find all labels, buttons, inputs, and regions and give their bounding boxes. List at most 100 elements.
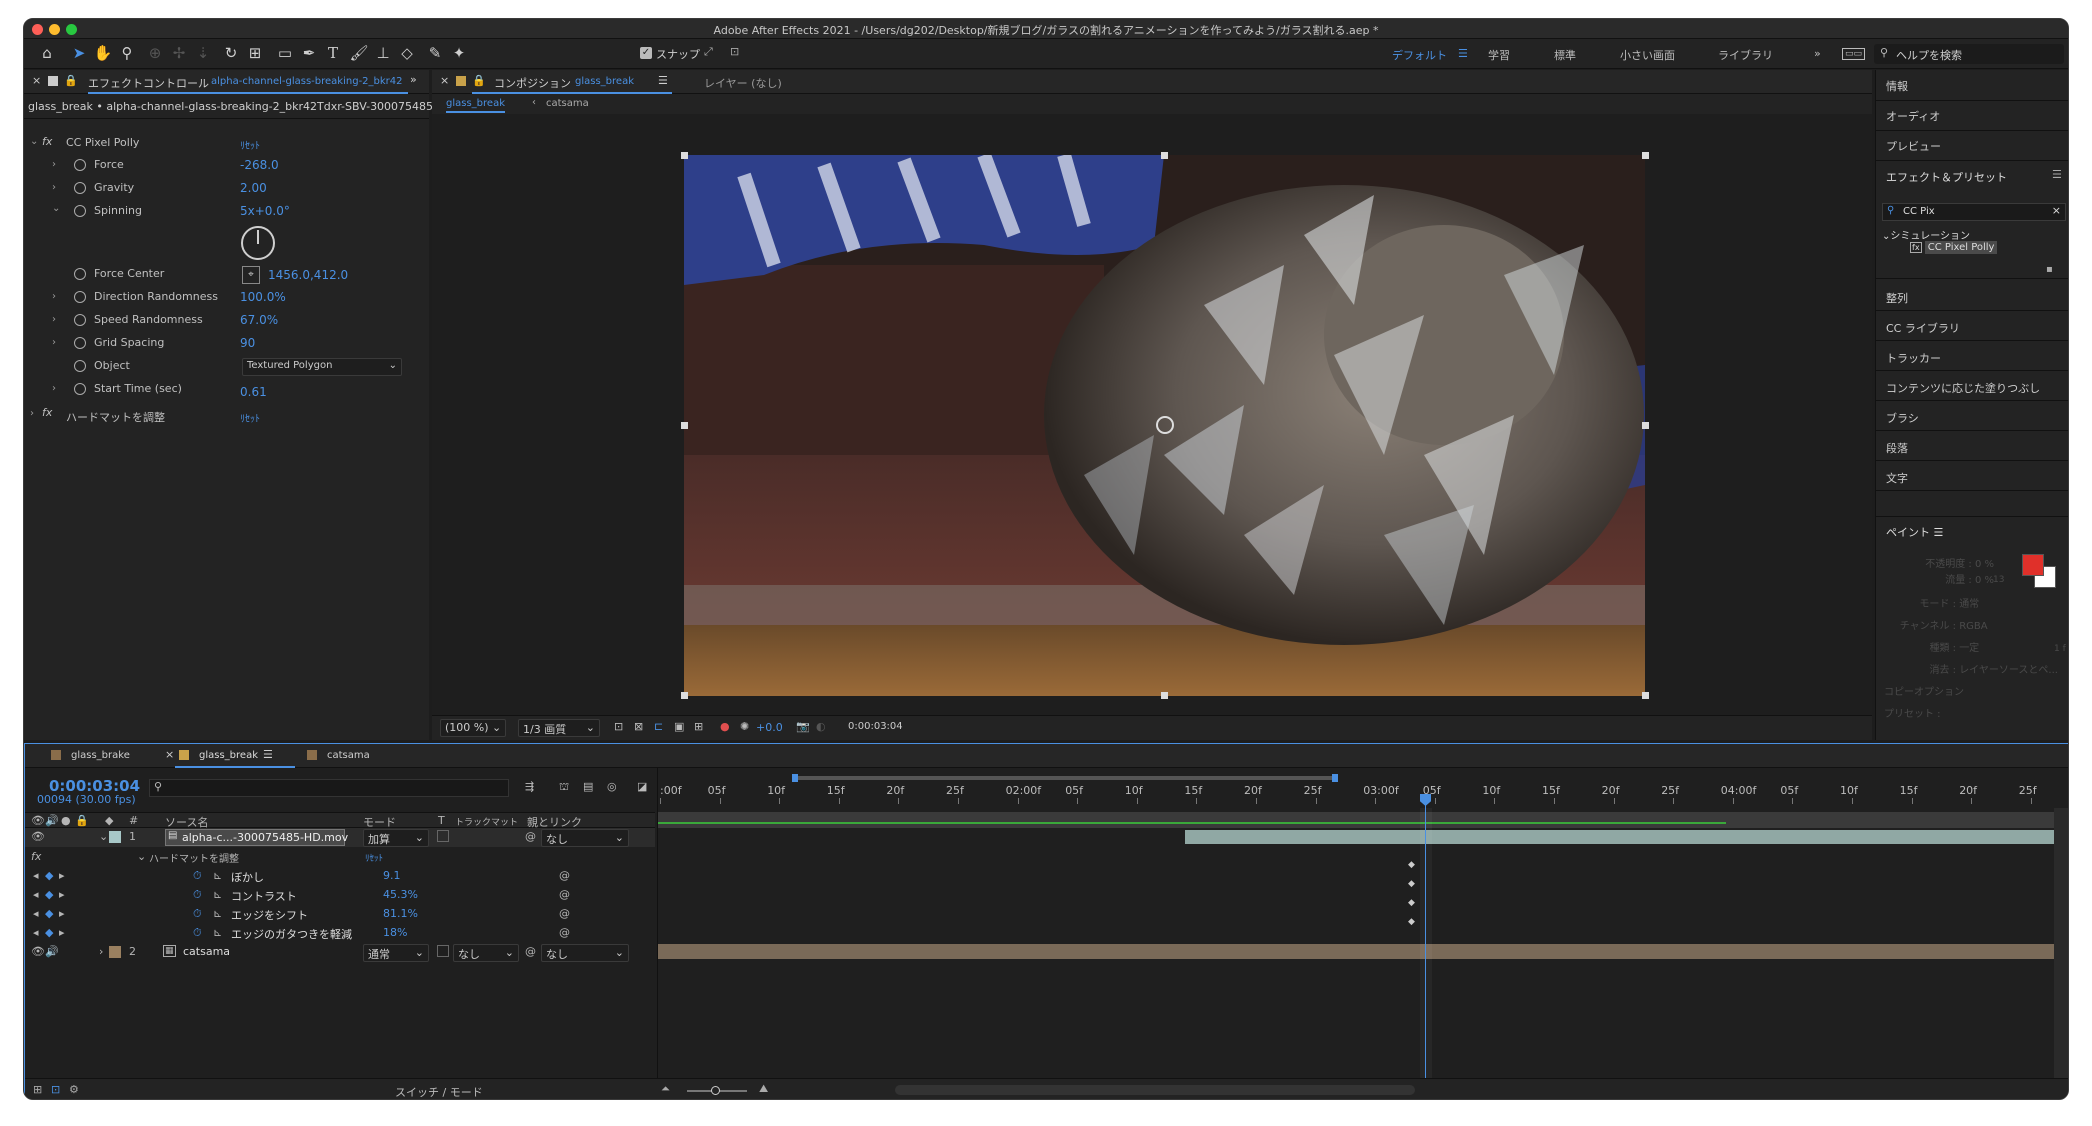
timeline-search-input[interactable]: ⚲ <box>149 779 509 797</box>
zoom-slider-thumb[interactable] <box>711 1086 720 1095</box>
expand-chevron-icon[interactable]: › <box>52 182 56 193</box>
fx-prop-value[interactable]: 81.1% <box>383 907 418 920</box>
shy-icon[interactable]: ▤ <box>583 780 593 793</box>
stamp-tool-icon[interactable]: ⊥ <box>372 42 394 64</box>
transform-handle[interactable] <box>1642 422 1649 429</box>
stopwatch-icon[interactable] <box>74 383 86 395</box>
panel-audio[interactable]: オーディオ <box>1886 108 1940 124</box>
blend-mode-dropdown[interactable]: 通常 ⌄ <box>363 944 429 962</box>
anchor-tool-icon[interactable]: ⊞ <box>244 42 266 64</box>
panel-paragraph[interactable]: 段落 <box>1886 440 1908 456</box>
stopwatch-icon[interactable] <box>74 182 86 194</box>
pickwhip-icon[interactable]: @ <box>559 926 570 939</box>
workspace-layout-icon[interactable]: ▭▭ <box>1842 48 1866 60</box>
hand-tool-icon[interactable]: ✋ <box>92 42 114 64</box>
blend-mode-dropdown[interactable]: 加算 ⌄ <box>363 829 429 847</box>
effect-result-item[interactable]: fx CC Pixel Polly <box>1910 241 1998 254</box>
lock-icon[interactable]: 🔒 <box>64 74 78 87</box>
effect-hard-matte[interactable]: › fx ハードマットを調整 ﾘｾｯﾄ <box>24 406 429 428</box>
in-out-icon[interactable]: ⚙ <box>69 1083 79 1096</box>
rectangle-tool-icon[interactable]: ▭ <box>274 42 296 64</box>
effect-controls-tab-layer[interactable]: alpha-channel-glass-breaking-2_bkr42 <box>211 76 403 87</box>
pickwhip-icon[interactable]: @ <box>559 888 570 901</box>
stopwatch-icon[interactable] <box>74 159 86 171</box>
resolution-dropdown[interactable]: 1/3 画質 ⌄ <box>518 719 600 737</box>
expand-chevron-icon[interactable]: › <box>52 337 56 348</box>
zoom-out-icon[interactable]: ⏶ <box>661 1082 670 1096</box>
panel-info[interactable]: 情報 <box>1886 78 1908 94</box>
timeline-tab-glass-brake[interactable]: glass_brake <box>71 750 130 761</box>
pan-camera-icon[interactable]: ✢ <box>168 42 190 64</box>
switches-modes-toggle[interactable]: スイッチ / モード <box>395 1084 483 1099</box>
transparency-grid-icon[interactable]: ⊠ <box>634 720 643 733</box>
audio-icon[interactable]: 🔊 <box>45 945 59 958</box>
keyframe-marker[interactable]: ◆ <box>1408 898 1415 908</box>
fx-prop-value[interactable]: 9.1 <box>383 869 401 882</box>
keyframe-marker[interactable]: ◆ <box>1408 917 1415 927</box>
stopwatch-icon[interactable] <box>74 268 86 280</box>
panel-overflow-icon[interactable]: » <box>410 73 417 86</box>
workspace-menu-icon[interactable]: ☰ <box>1458 47 1468 60</box>
prev-keyframe-icon[interactable]: ◂ <box>33 888 39 901</box>
transform-handle[interactable] <box>1161 152 1168 159</box>
expand-chevron-icon[interactable]: › <box>30 408 34 419</box>
close-tab-icon[interactable]: × <box>165 748 174 761</box>
keyframe-icon[interactable]: ◆ <box>45 907 53 920</box>
expand-chevron-icon[interactable]: ⌄ <box>99 830 108 843</box>
composition-tab[interactable]: コンポジション <box>494 75 571 91</box>
next-keyframe-icon[interactable]: ▸ <box>59 869 65 882</box>
expand-chevron-icon[interactable]: › <box>99 945 103 958</box>
puppet-tool-icon[interactable]: ✦ <box>448 42 470 64</box>
prop-value[interactable]: 100.0% <box>240 290 286 304</box>
region-of-interest-icon[interactable]: ▣ <box>674 720 684 733</box>
stopwatch-icon[interactable] <box>74 337 86 349</box>
workspace-standard[interactable]: 標準 <box>1554 47 1576 63</box>
keyframe-icon[interactable]: ◆ <box>45 888 53 901</box>
graph-icon[interactable]: ⊾ <box>213 907 222 920</box>
effects-presets-title[interactable]: エフェクト＆プリセット <box>1886 169 2007 185</box>
graph-editor-icon[interactable]: ◪ <box>637 780 647 793</box>
home-icon[interactable]: ⌂ <box>36 42 58 64</box>
lock-icon[interactable]: 🔒 <box>472 74 486 87</box>
clear-search-icon[interactable]: × <box>2052 204 2061 217</box>
new-folder-icon[interactable]: ▪ <box>2046 264 2053 275</box>
reset-button[interactable]: ﾘｾｯﾄ <box>240 410 260 425</box>
keyframe-marker[interactable]: ◆ <box>1408 860 1415 870</box>
panel-menu-icon[interactable]: ☰ <box>658 74 668 87</box>
angle-dial[interactable] <box>241 226 275 260</box>
panel-preview[interactable]: プレビュー <box>1886 138 1941 154</box>
panel-menu-icon[interactable]: ☰ <box>263 748 273 761</box>
prop-value[interactable]: 1456.0,412.0 <box>268 268 348 282</box>
effect-cc-pixel-polly[interactable]: ⌄ fx CC Pixel Polly ﾘｾｯﾄ <box>24 135 429 157</box>
layer-1-duration-bar[interactable] <box>1185 830 2054 844</box>
eye-icon[interactable]: 👁 <box>31 945 45 958</box>
time-ruler[interactable]: :00f 05f 10f 15f 20f 25f 02:00f 05f 10f 15f 20f 25f… <box>658 784 2068 806</box>
viewer-timecode[interactable]: 0:00:03:04 <box>848 721 903 732</box>
expand-chevron-icon[interactable]: ⌄ <box>137 850 146 863</box>
timeline-track-area[interactable]: :00f 05f 10f 15f 20f 25f 02:00f 05f 10f 15f 20f 25f… <box>657 768 2068 1078</box>
keyframe-icon[interactable]: ◆ <box>45 869 53 882</box>
label-color-swatch[interactable] <box>109 831 121 843</box>
category-simulation[interactable]: ⌄シミュレーション <box>1882 227 1970 242</box>
stopwatch-icon[interactable]: ⏱ <box>193 869 202 883</box>
foreground-color-swatch[interactable] <box>2022 554 2044 576</box>
expand-chevron-icon[interactable]: › <box>52 291 56 302</box>
workspace-small-screen[interactable]: 小さい画面 <box>1620 47 1675 63</box>
object-dropdown[interactable]: Textured Polygon ⌄ <box>242 358 402 376</box>
work-area-bar[interactable] <box>794 776 1334 780</box>
graph-icon[interactable]: ⊾ <box>213 888 222 901</box>
prev-keyframe-icon[interactable]: ◂ <box>33 907 39 920</box>
snapshot-icon[interactable]: 📷 <box>796 720 810 733</box>
effect-controls-tab[interactable]: エフェクトコントロール <box>88 75 209 91</box>
show-snapshot-icon[interactable]: ◐ <box>816 720 826 733</box>
rotation-tool-icon[interactable]: ↻ <box>220 42 242 64</box>
layer-row-2[interactable]: 👁 🔊 › 2 ▦ catsama 通常 ⌄ なし ⌄ @ なし ⌄ <box>25 943 655 962</box>
paint-panel-title[interactable]: ペイント ☰ <box>1886 524 1943 540</box>
parent-dropdown[interactable]: なし ⌄ <box>541 944 629 962</box>
composition-tab-name[interactable]: glass_break <box>575 76 634 87</box>
snap-checkbox[interactable]: ✓ <box>640 47 652 59</box>
preserve-transparency-checkbox[interactable] <box>437 945 449 957</box>
timeline-tab-glass-break[interactable]: glass_break <box>199 750 258 761</box>
pen-tool-icon[interactable]: ✒ <box>298 42 320 64</box>
text-tool-icon[interactable]: T <box>322 42 344 64</box>
